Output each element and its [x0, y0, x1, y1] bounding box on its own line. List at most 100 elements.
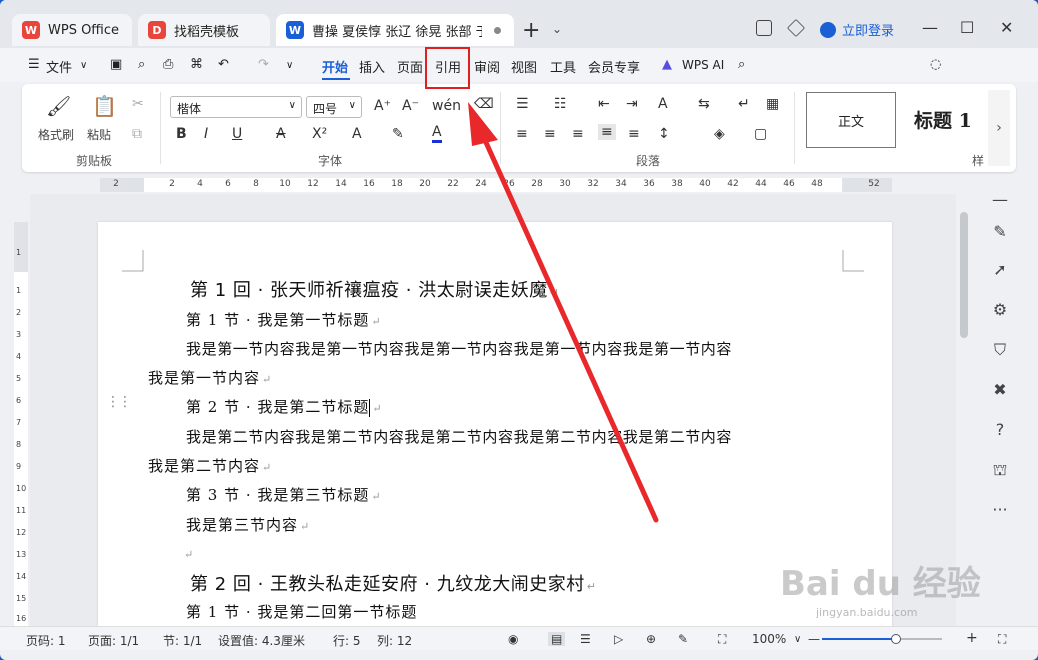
edit-icon[interactable]: ✎ — [990, 222, 1010, 242]
superscript-icon[interactable]: X² — [312, 126, 327, 142]
doc-heading-1[interactable]: 第 2 回 · 王教头私走延安府 · 九纹龙大闹史家村 ↵ — [190, 570, 596, 596]
doc-paragraph[interactable]: 我是第二节内容 ↵ — [148, 455, 272, 476]
align-right-icon[interactable]: ≡ — [572, 126, 584, 142]
comment-icon[interactable]: ◌ — [930, 57, 941, 72]
play-icon[interactable]: ▷ — [614, 632, 623, 646]
table-draw-icon[interactable]: ▦ — [766, 96, 779, 112]
clear-format-icon[interactable]: ⌫ — [474, 96, 494, 112]
italic-icon[interactable]: I — [204, 126, 208, 142]
numbered-list-icon[interactable]: ☷ — [554, 96, 567, 112]
pen-icon[interactable]: ✎ — [678, 632, 688, 646]
shirt-icon[interactable]: ⛫ — [990, 460, 1010, 480]
distribute-icon[interactable]: ≡ — [628, 126, 640, 142]
eye-icon[interactable]: ◉ — [508, 632, 518, 646]
tab-document[interactable]: W 曹操 夏侯惇 张辽 徐晃 张部 于 — [276, 14, 514, 46]
wps-ai-icon[interactable]: ▲ — [662, 57, 672, 72]
text-effect-icon[interactable]: A — [352, 126, 362, 142]
menu-review[interactable]: 审阅 — [474, 57, 500, 76]
web-view-icon[interactable]: ⊕ — [646, 632, 656, 646]
doc-heading-2[interactable]: 第 1 节 · 我是第一节标题 ↵ — [186, 309, 382, 330]
print-preview-icon[interactable]: ⌘ — [190, 57, 203, 72]
window-layout-icon[interactable] — [756, 20, 772, 36]
unsaved-dot-icon[interactable] — [494, 26, 501, 34]
bold-icon[interactable]: B — [176, 126, 187, 142]
cut-icon[interactable]: ✂ — [132, 96, 144, 112]
chevron-right-icon[interactable]: › — [988, 90, 1010, 166]
chevron-down-icon[interactable]: ∨ — [80, 60, 87, 71]
menu-view[interactable]: 视图 — [511, 57, 537, 76]
tab-wps-office[interactable]: W WPS Office — [12, 14, 132, 46]
more-icon[interactable]: ··· — [990, 500, 1010, 520]
doc-paragraph[interactable]: 我是第三节内容 ↵ — [186, 514, 310, 535]
chevron-down-icon[interactable]: ∨ — [794, 634, 801, 645]
format-painter-icon[interactable]: 🖌 — [46, 94, 71, 118]
status-col[interactable]: 列: 12 — [377, 632, 412, 649]
font-size-select[interactable]: 四号 ∨ — [306, 96, 362, 118]
line-spacing-icon[interactable]: ↕ — [658, 126, 670, 142]
grow-font-icon[interactable]: A⁺ — [374, 98, 391, 114]
decrease-indent-icon[interactable]: ⇤ — [598, 96, 610, 112]
show-marks-icon[interactable]: ↵ — [738, 96, 750, 112]
increase-indent-icon[interactable]: ⇥ — [626, 96, 638, 112]
highlight-icon[interactable]: ✎ — [392, 126, 404, 142]
sort-icon[interactable]: ⇆ — [698, 96, 710, 112]
more-chevron-icon[interactable]: ∨ — [286, 60, 293, 71]
minimize-icon[interactable]: — — [922, 18, 938, 37]
menu-page[interactable]: 页面 — [397, 57, 423, 76]
zoom-slider-knob[interactable] — [891, 634, 902, 644]
cube-icon[interactable] — [786, 18, 806, 38]
chinese-layout-icon[interactable]: A — [658, 96, 668, 112]
zoom-slider[interactable] — [822, 634, 942, 644]
border-icon[interactable]: ▢ — [754, 126, 767, 142]
menu-wps-ai[interactable]: WPS AI — [682, 58, 724, 72]
shading-icon[interactable]: ◈ — [714, 126, 725, 142]
collapse-icon[interactable]: — — [990, 190, 1010, 210]
scrollbar-thumb[interactable] — [960, 212, 968, 338]
page-view-icon[interactable]: ▤ — [548, 632, 566, 646]
menu-file[interactable]: 文件 — [46, 57, 72, 76]
align-left-icon[interactable]: ≡ — [516, 126, 528, 142]
redo-icon[interactable]: ↷ — [258, 57, 269, 72]
style-normal[interactable]: 正文 — [806, 92, 896, 148]
horizontal-ruler[interactable]: 2 2 4 6 8 10 12 14 16 18 20 22 24 26 28 … — [100, 178, 892, 192]
print-icon[interactable]: ⎙ — [163, 57, 173, 72]
save-icon[interactable]: ▣ — [110, 57, 122, 72]
strikethrough-icon[interactable]: A — [276, 126, 286, 142]
font-name-select[interactable]: 楷体 ∨ — [170, 96, 302, 118]
doc-paragraph[interactable]: 我是第一节内容 ↵ — [148, 367, 272, 388]
phonetic-icon[interactable]: wén — [432, 98, 461, 114]
format-painter-label[interactable]: 格式刷 — [38, 126, 74, 143]
zoom-in-icon[interactable]: + — [966, 630, 978, 646]
status-setting[interactable]: 设置值: 4.3厘米 — [218, 632, 305, 649]
underline-icon[interactable]: U — [232, 126, 242, 142]
doc-paragraph[interactable]: 我是第二节内容我是第二节内容我是第二节内容我是第二节内容我是第二节内容 — [186, 426, 732, 447]
status-row[interactable]: 行: 5 — [333, 632, 361, 649]
menu-member[interactable]: 会员专享 — [588, 57, 640, 76]
settings-sliders-icon[interactable]: ⚙ — [990, 300, 1010, 320]
menu-insert[interactable]: 插入 — [359, 57, 385, 76]
vertical-ruler[interactable]: 1 1 2 3 4 5 6 7 8 9 10 11 12 13 14 15 16… — [14, 222, 28, 635]
doc-heading-2[interactable]: 第 2 节 · 我是第二节标题 ↵ — [186, 396, 383, 417]
fit-icon[interactable]: ⛶ — [718, 632, 726, 647]
status-page[interactable]: 页面: 1/1 — [88, 632, 139, 649]
close-icon[interactable]: ✕ — [1000, 18, 1013, 37]
shrink-font-icon[interactable]: A⁻ — [402, 98, 419, 114]
align-center-icon[interactable]: ≡ — [544, 126, 556, 142]
undo-icon[interactable]: ↶ — [218, 57, 229, 72]
tab-template[interactable]: D 找稻壳模板 — [138, 14, 270, 46]
help-icon[interactable]: ? — [990, 420, 1010, 440]
export-pdf-icon[interactable]: ⌕ — [138, 57, 145, 72]
fullscreen-icon[interactable]: ⛶ — [998, 632, 1006, 647]
menu-home[interactable]: 开始 — [322, 57, 348, 76]
status-page-code[interactable]: 页码: 1 — [26, 632, 66, 649]
doc-paragraph[interactable]: 我是第一节内容我是第一节内容我是第一节内容我是第一节内容我是第一节内容 — [186, 338, 732, 359]
justify-icon[interactable]: ≡ — [598, 124, 616, 140]
status-section[interactable]: 节: 1/1 — [163, 632, 202, 649]
login-button[interactable]: 立即登录 — [820, 20, 894, 39]
hamburger-icon[interactable]: ☰ — [28, 57, 40, 72]
select-cursor-icon[interactable]: ➚ — [990, 260, 1010, 280]
shield-icon[interactable]: ⛉ — [990, 340, 1010, 360]
new-tab-plus-icon[interactable]: + — [522, 18, 540, 43]
tools-icon[interactable]: ✖ — [990, 380, 1010, 400]
doc-heading-2[interactable]: 第 3 节 · 我是第三节标题 ↵ — [186, 484, 382, 505]
